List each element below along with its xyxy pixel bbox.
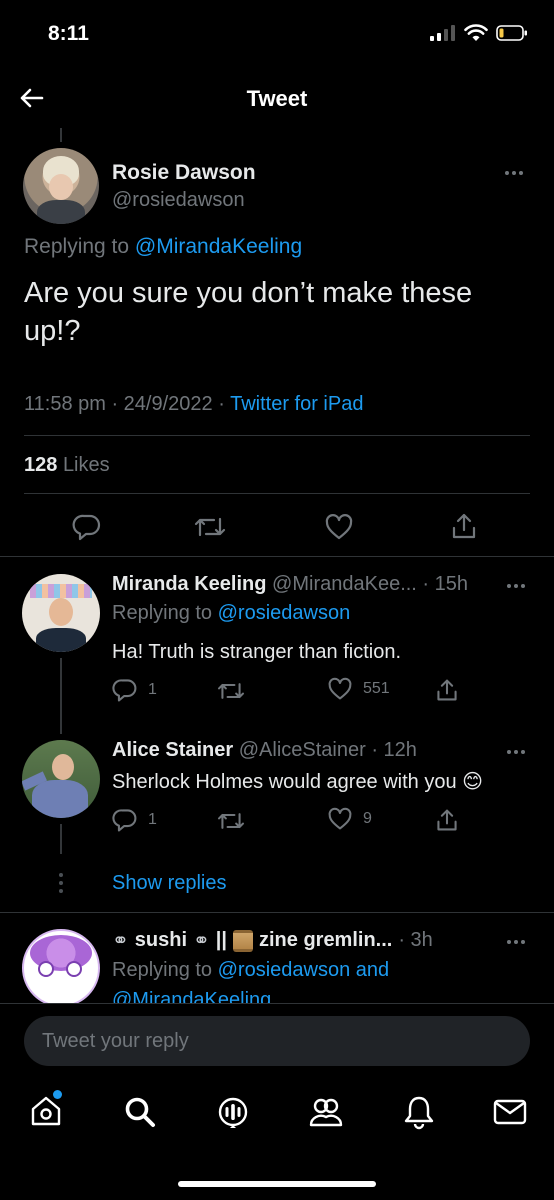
replying-to-prefix: Replying to bbox=[112, 959, 218, 981]
retweet-icon[interactable] bbox=[216, 679, 246, 703]
tweet-timestamp: 11:58 pm · 24/9/2022 · Twitter for iPad bbox=[24, 393, 363, 416]
likes-stat[interactable]: 128 Likes bbox=[24, 454, 110, 477]
retweet-icon[interactable] bbox=[216, 809, 246, 833]
reply-header: ⚭ sushi ⚭ || zine gremlin... · 3h bbox=[112, 928, 504, 953]
reply-header: Miranda Keeling @MirandaKee... · 15h bbox=[112, 573, 504, 596]
avatar[interactable] bbox=[22, 574, 100, 652]
reply-text: Ha! Truth is stranger than fiction. bbox=[112, 641, 402, 663]
status-time: 8:11 bbox=[48, 22, 89, 45]
home-icon[interactable] bbox=[29, 1094, 63, 1128]
thread-dots-icon bbox=[59, 873, 63, 893]
replying-to-prefix: Replying to bbox=[24, 235, 135, 258]
reply-count: 1 bbox=[148, 811, 157, 828]
reply-icon[interactable] bbox=[72, 512, 102, 542]
like-button[interactable]: 9 bbox=[327, 807, 372, 831]
status-icons bbox=[430, 24, 528, 42]
wifi-icon bbox=[464, 24, 488, 41]
author-name[interactable]: Rosie Dawson bbox=[112, 161, 256, 185]
link-glyph-icon: ⚭ bbox=[193, 930, 210, 952]
reply-count: 1 bbox=[148, 681, 157, 698]
reply-icon bbox=[112, 679, 137, 702]
more-options-icon[interactable] bbox=[505, 171, 523, 175]
like-icon bbox=[328, 677, 352, 700]
replying-to-link[interactable]: @rosiedawson and bbox=[218, 959, 390, 981]
avatar[interactable] bbox=[23, 148, 99, 224]
more-options-icon[interactable] bbox=[507, 940, 525, 944]
reply-meta[interactable]: @MirandaKee... · 15h bbox=[272, 573, 468, 595]
search-icon[interactable] bbox=[123, 1095, 157, 1129]
divider bbox=[24, 493, 530, 494]
spaces-icon[interactable] bbox=[216, 1095, 250, 1129]
link-glyph-icon: ⚭ bbox=[112, 930, 129, 952]
author-handle[interactable]: @rosiedawson bbox=[112, 189, 245, 212]
more-options-icon[interactable] bbox=[507, 584, 525, 588]
cellular-signal-icon bbox=[430, 25, 455, 41]
retweet-icon[interactable] bbox=[193, 513, 227, 541]
reply-input[interactable]: Tweet your reply bbox=[24, 1016, 530, 1066]
bottom-tab-bar bbox=[0, 1080, 554, 1160]
notifications-icon[interactable] bbox=[403, 1094, 435, 1130]
likes-label: Likes bbox=[62, 454, 110, 476]
thread-line-top bbox=[60, 128, 62, 142]
reply-clip: ⚭ sushi ⚭ || zine gremlin... · 3h Replyi… bbox=[0, 913, 554, 1003]
replying-to-link[interactable]: @MirandaKeeling bbox=[135, 235, 302, 258]
share-icon[interactable] bbox=[435, 807, 459, 833]
share-icon[interactable] bbox=[450, 511, 478, 541]
replying-to: Replying to @rosiedawson and bbox=[112, 959, 389, 982]
like-count: 9 bbox=[363, 810, 372, 827]
reply-author-name[interactable]: sushi bbox=[135, 929, 187, 952]
reply-author-name-rest[interactable]: zine gremlin... bbox=[259, 929, 392, 952]
reply-input-placeholder: Tweet your reply bbox=[42, 1029, 189, 1052]
show-replies-link[interactable]: Show replies bbox=[112, 872, 227, 895]
home-indicator bbox=[178, 1181, 376, 1187]
reply-icon bbox=[112, 809, 137, 832]
like-button[interactable]: 551 bbox=[327, 677, 390, 701]
like-icon bbox=[328, 807, 352, 830]
share-icon[interactable] bbox=[435, 677, 459, 703]
divider bbox=[24, 435, 530, 436]
reply-author-name[interactable]: Alice Stainer bbox=[112, 739, 233, 761]
thread-line bbox=[60, 658, 62, 734]
page-title: Tweet bbox=[246, 86, 308, 111]
like-count: 551 bbox=[363, 680, 390, 697]
avatar[interactable] bbox=[22, 740, 100, 818]
reply-button[interactable]: 1 bbox=[112, 677, 157, 703]
replying-to-link[interactable]: @rosiedawson bbox=[218, 602, 351, 624]
replying-to-prefix: Replying to bbox=[112, 602, 218, 624]
like-icon[interactable] bbox=[324, 513, 354, 541]
battery-icon bbox=[496, 25, 527, 41]
messages-icon[interactable] bbox=[493, 1098, 527, 1126]
tweet-source-link[interactable]: Twitter for iPad bbox=[230, 393, 363, 415]
avatar[interactable] bbox=[22, 929, 100, 1003]
reply-author-name[interactable]: Miranda Keeling bbox=[112, 573, 266, 595]
replying-to: Replying to @MirandaKeeling bbox=[24, 235, 302, 259]
name-separator: || bbox=[215, 929, 227, 951]
reply-button[interactable]: 1 bbox=[112, 807, 157, 833]
replying-to: Replying to @rosiedawson bbox=[112, 602, 350, 625]
reply-header: Alice Stainer @AliceStainer · 12h bbox=[112, 739, 504, 762]
tweet-text: Are you sure you don’t make these up!? bbox=[24, 277, 473, 347]
thread-line bbox=[60, 824, 62, 854]
divider bbox=[0, 556, 554, 557]
reply-meta[interactable]: @AliceStainer · 12h bbox=[239, 739, 417, 761]
timestamp-text: 11:58 pm · 24/9/2022 · bbox=[24, 393, 231, 415]
scroll-emoji-icon bbox=[232, 929, 253, 952]
more-options-icon[interactable] bbox=[507, 750, 525, 754]
reply-meta[interactable]: · 3h bbox=[398, 929, 432, 952]
likes-count: 128 bbox=[24, 454, 58, 476]
notification-dot bbox=[53, 1090, 62, 1099]
communities-icon[interactable] bbox=[308, 1095, 344, 1129]
reply-text: Sherlock Holmes would agree with you 😊 bbox=[112, 771, 484, 793]
divider bbox=[0, 1003, 554, 1004]
replying-to-link[interactable]: @MirandaKeeling bbox=[112, 989, 271, 1003]
